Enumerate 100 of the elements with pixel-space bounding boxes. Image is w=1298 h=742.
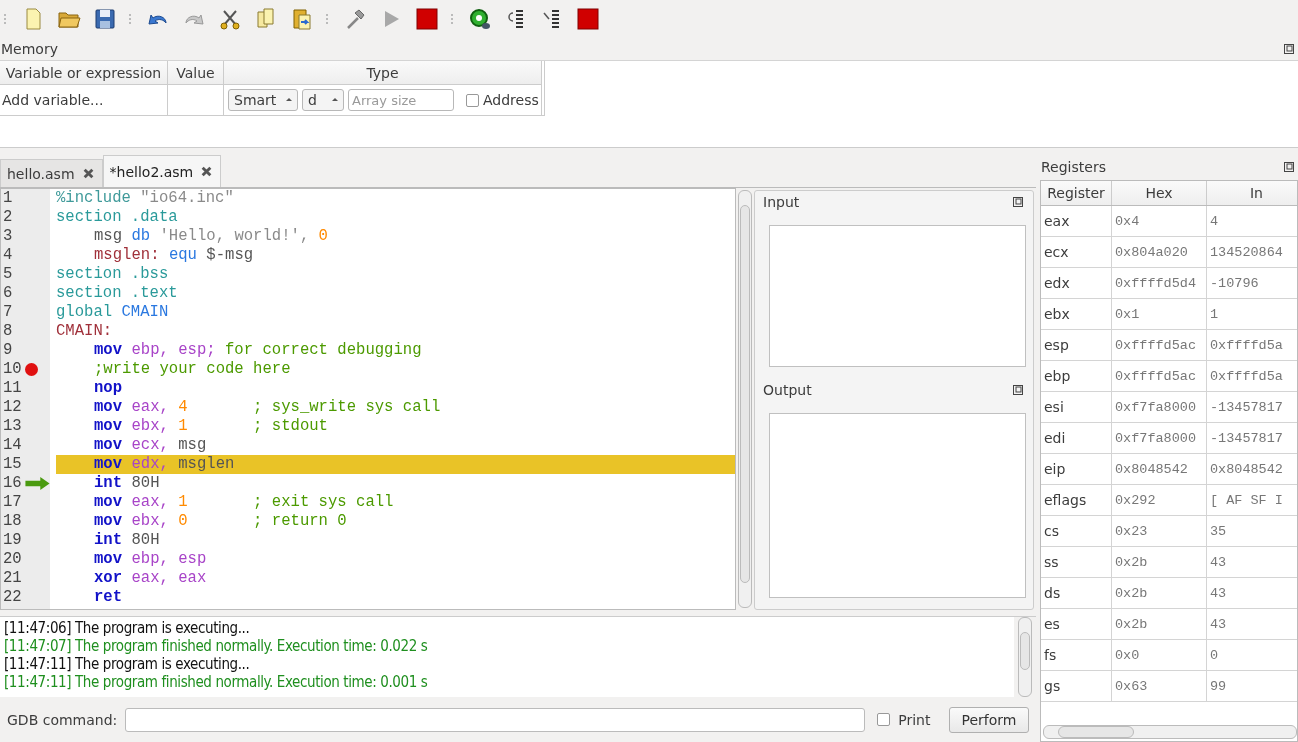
type-dropdown[interactable]: Smart	[228, 89, 298, 111]
table-cell: -13457817	[1207, 423, 1297, 453]
close-icon[interactable]	[82, 168, 94, 179]
float-icon[interactable]	[1013, 197, 1023, 207]
table-cell: edi	[1041, 423, 1112, 453]
table-cell: ebp	[1041, 361, 1112, 391]
line-number: 15	[2, 455, 23, 474]
line-number: 18	[2, 512, 23, 531]
code-line: mov ebp, esp	[93, 550, 208, 569]
column-header[interactable]: Value	[168, 61, 224, 85]
panel-title: Input	[763, 194, 800, 210]
address-checkbox[interactable]	[466, 93, 479, 107]
table-cell: 0x804a020	[1112, 237, 1207, 267]
scrollbar[interactable]	[738, 190, 752, 608]
table-cell: 1	[1207, 299, 1297, 329]
table-cell: 0xf7fa8000	[1112, 392, 1207, 422]
table-cell: 0x63	[1112, 671, 1207, 701]
table-cell: eip	[1041, 454, 1112, 484]
table-cell: 0xffffd5a	[1207, 330, 1297, 360]
column-header[interactable]: Register	[1041, 181, 1112, 205]
float-icon[interactable]	[1284, 44, 1294, 54]
log-line: [11:47:11] The program is executing...	[4, 655, 251, 673]
paste-icon[interactable]	[290, 7, 314, 31]
table-cell: 0x292	[1112, 485, 1207, 515]
code-line: int 80H	[93, 531, 161, 550]
code-line: mov ebx, 0 ; return 0	[93, 512, 348, 531]
line-number: 6	[2, 284, 14, 303]
code-line: nop	[93, 379, 124, 398]
line-number: 16	[2, 474, 23, 493]
line-number: 1	[2, 189, 14, 208]
code-line: section .data	[56, 208, 179, 227]
dock-title: Memory	[1, 41, 58, 57]
column-header[interactable]: In	[1207, 181, 1297, 205]
code-line: CMAIN:	[56, 322, 114, 341]
table-cell: 134520864	[1207, 237, 1297, 267]
line-number: 11	[2, 379, 23, 398]
code-line: ret	[93, 588, 124, 607]
scrollbar[interactable]	[1043, 725, 1297, 739]
code-editor[interactable]	[0, 188, 736, 610]
line-number: 20	[2, 550, 23, 569]
column-header[interactable]: Type	[224, 61, 542, 85]
save-icon[interactable]	[93, 7, 117, 31]
line-number: 17	[2, 493, 23, 512]
stop-icon[interactable]	[415, 7, 439, 31]
line-number: 10	[2, 360, 23, 379]
table-cell: 43	[1207, 547, 1297, 577]
table-cell: 0xffffd5ac	[1112, 361, 1207, 391]
table-cell: 0x0	[1112, 640, 1207, 670]
scrollbar[interactable]	[1018, 617, 1032, 697]
table-cell: gs	[1041, 671, 1112, 701]
table-cell: eflags	[1041, 485, 1112, 515]
table-cell: 35	[1207, 516, 1297, 546]
code-line: %include "io64.inc"	[56, 189, 235, 208]
table-cell: ss	[1041, 547, 1112, 577]
close-icon[interactable]	[201, 166, 213, 177]
column-header[interactable]: Variable or expression	[0, 61, 168, 85]
table-cell: cs	[1041, 516, 1112, 546]
field-label: GDB command:	[7, 711, 118, 728]
code-line: msglen: equ $-msg	[93, 246, 255, 265]
table-cell[interactable]: Add variable...	[0, 85, 168, 115]
table-cell: 0xffffd5d4	[1112, 268, 1207, 298]
input-field[interactable]	[769, 225, 1026, 367]
line-number: 4	[2, 246, 14, 265]
array-size-field[interactable]: Array size	[348, 89, 454, 111]
print-checkbox[interactable]	[877, 713, 891, 726]
table-cell: eax	[1041, 206, 1112, 236]
float-icon[interactable]	[1013, 385, 1023, 395]
breakpoint-icon[interactable]	[25, 363, 38, 376]
file-tab[interactable]: hello.asm	[0, 159, 103, 187]
gdb-command-field[interactable]	[125, 707, 866, 732]
table-cell: 0xffffd5a	[1207, 361, 1297, 391]
line-number: 2	[2, 208, 14, 227]
float-icon[interactable]	[1284, 162, 1294, 172]
format-dropdown[interactable]: d	[302, 89, 344, 111]
perform-button[interactable]: Perform	[948, 706, 1030, 733]
line-number: 9	[2, 341, 14, 360]
line-number: 13	[2, 417, 23, 436]
table-cell: 4	[1207, 206, 1297, 236]
line-number: 3	[2, 227, 14, 246]
table-cell: 0x8048542	[1112, 454, 1207, 484]
code-line: global CMAIN	[56, 303, 170, 322]
code-line: msg db 'Hello, world!', 0	[93, 227, 329, 246]
file-tab[interactable]: *hello2.asm	[102, 155, 222, 187]
table-cell: ds	[1041, 578, 1112, 608]
table-cell: 0x2b	[1112, 609, 1207, 639]
column-header[interactable]: Hex	[1112, 181, 1207, 205]
code-line: mov eax, 4 ; sys_write sys call	[93, 398, 442, 417]
stop-icon[interactable]	[576, 7, 600, 31]
table-cell: 0	[1207, 640, 1297, 670]
code-line: section .text	[56, 284, 179, 303]
code-line: mov ebp, esp; for correct debugging	[93, 341, 423, 360]
table-cell: 0x23	[1112, 516, 1207, 546]
code-line: ;write your code here	[93, 360, 292, 379]
line-number: 8	[2, 322, 14, 341]
debug-icon[interactable]	[468, 7, 492, 31]
line-number: 21	[2, 569, 23, 588]
table-cell: esp	[1041, 330, 1112, 360]
code-line: mov ebx, 1 ; stdout	[93, 417, 329, 436]
table-cell: fs	[1041, 640, 1112, 670]
table-cell: [ AF SF I	[1207, 485, 1297, 515]
